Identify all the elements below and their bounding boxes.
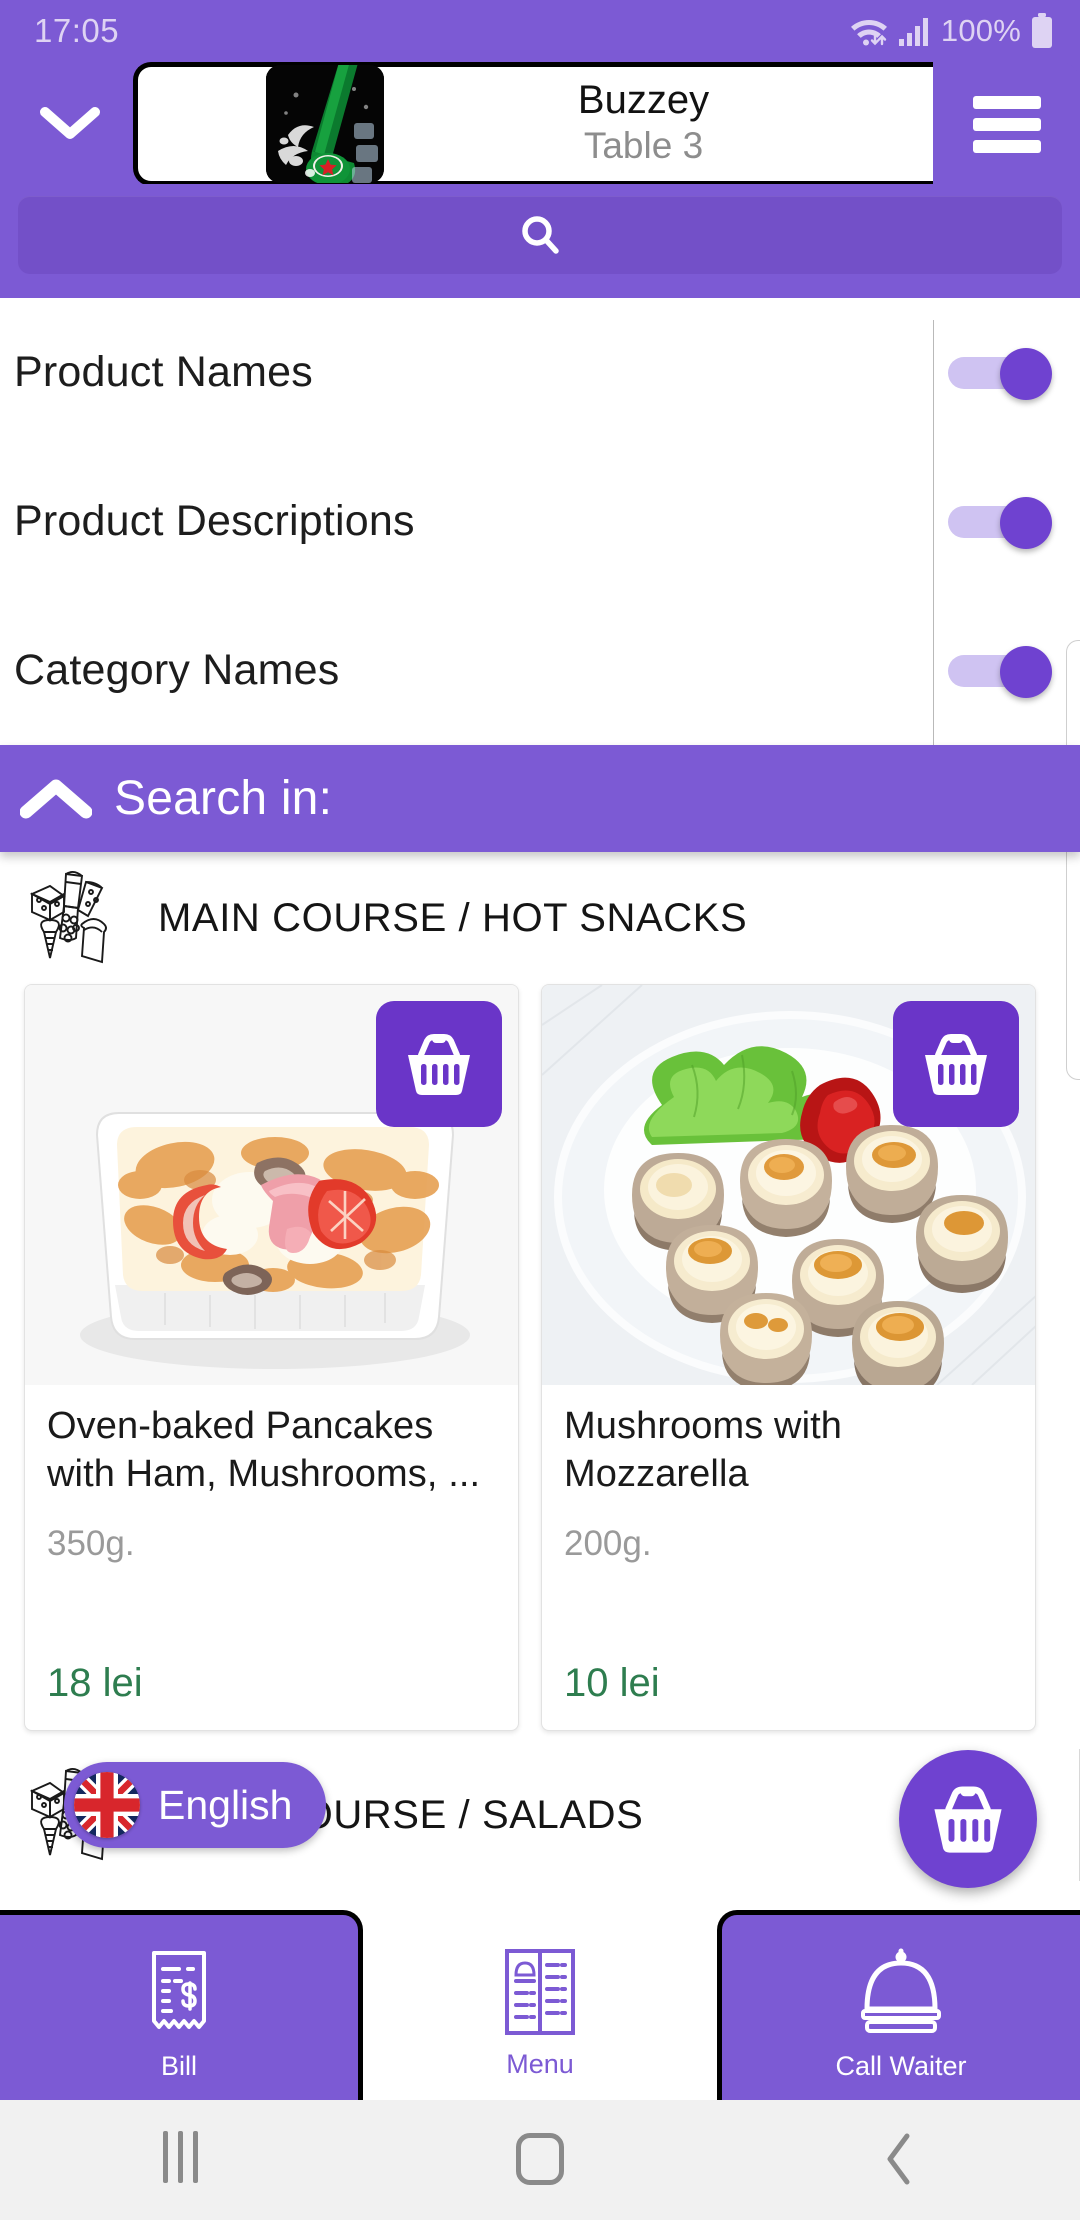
android-home-button[interactable] (360, 2133, 720, 2185)
collapse-header-button[interactable] (22, 80, 118, 166)
shopping-basket-icon (408, 1034, 470, 1095)
product-details: Oven-baked Pancakes with Ham, Mushrooms,… (25, 1385, 518, 1730)
chevron-down-icon (40, 107, 100, 139)
product-price: 10 lei (564, 1661, 660, 1705)
hamburger-menu-icon (972, 87, 1041, 162)
nav-button-bill[interactable]: Bill (0, 1910, 363, 2100)
phone-screen: 17:05 100% Buzzey Table 3 Product Names … (0, 0, 1080, 2220)
nav-label: Call Waiter (835, 2051, 967, 2081)
product-details: Mushrooms with Mozzarella 200g. 10 lei (542, 1385, 1035, 1730)
search-options-panel: Product Names Product Descriptions Categ… (0, 298, 1080, 745)
menu-card-icon (505, 1948, 575, 2035)
product-weight: 350g. (47, 1524, 135, 1563)
search-in-label: Search in: (114, 772, 333, 825)
toggle-product-descriptions[interactable] (948, 496, 1052, 549)
restaurant-header-text: Buzzey Table 3 (384, 78, 933, 167)
shopping-basket-icon (934, 1786, 1002, 1853)
search-option-row-category-names[interactable]: Category Names (0, 596, 1080, 745)
add-to-cart-button[interactable] (376, 1001, 502, 1127)
restaurant-name: Buzzey (577, 78, 710, 123)
search-icon (522, 216, 559, 254)
product-grid: Oven-baked Pancakes with Ham, Mushrooms,… (0, 984, 1080, 1731)
bottom-navigation: Bill Menu Call Waiter (0, 1910, 1080, 2100)
add-to-cart-button[interactable] (893, 1001, 1019, 1127)
table-label: Table 3 (583, 125, 704, 167)
android-back-button[interactable] (720, 2131, 1080, 2187)
search-bar-container (0, 184, 1080, 298)
hamburger-menu-button[interactable] (933, 62, 1080, 186)
nav-button-menu[interactable]: Menu (361, 1910, 719, 2100)
search-in-bar[interactable]: Search in: (0, 745, 1080, 852)
product-price: 18 lei (47, 1661, 143, 1705)
battery-percent-label: 100% (940, 13, 1021, 48)
cart-fab-button[interactable] (899, 1750, 1037, 1888)
language-selector-button[interactable]: English (64, 1762, 327, 1848)
product-image (542, 985, 1035, 1385)
status-bar: 17:05 100% (0, 0, 1080, 62)
home-icon (516, 2133, 564, 2185)
category-header-hot-snacks[interactable]: MAIN COURSE / HOT SNACKS (0, 852, 1080, 984)
product-name: Oven-baked Pancakes with Ham, Mushrooms,… (47, 1405, 481, 1495)
product-image (25, 985, 518, 1385)
union-jack-flag-icon (74, 1772, 140, 1838)
search-option-label: Product Descriptions (14, 497, 415, 545)
toggle-knob (1000, 645, 1052, 698)
toggle-knob (1000, 347, 1052, 400)
toggle-knob (1000, 496, 1052, 549)
nav-button-call-waiter[interactable]: Call Waiter (717, 1910, 1080, 2100)
android-navigation-bar (0, 2098, 1080, 2220)
category-title: MAIN COURSE / HOT SNACKS (158, 895, 748, 940)
product-card[interactable]: Oven-baked Pancakes with Ham, Mushrooms,… (24, 984, 519, 1731)
assorted-food-line-icon (29, 870, 107, 964)
product-name: Mushrooms with Mozzarella (564, 1405, 843, 1495)
search-option-row-product-names[interactable]: Product Names (0, 298, 1080, 447)
search-input[interactable] (18, 196, 1062, 274)
product-card[interactable]: Mushrooms with Mozzarella 200g. 10 lei (541, 984, 1036, 1731)
recent-apps-icon (158, 2130, 203, 2188)
toggle-category-names[interactable] (948, 645, 1052, 698)
status-bar-clock: 17:05 (34, 12, 120, 49)
service-bell-icon (861, 1948, 941, 2033)
search-option-row-product-descriptions[interactable]: Product Descriptions (0, 447, 1080, 596)
shopping-basket-icon (925, 1034, 987, 1095)
restaurant-header-card[interactable]: Buzzey Table 3 (133, 62, 933, 186)
toggle-product-names[interactable] (948, 347, 1052, 400)
hidden-side-panel-edge (1066, 640, 1080, 1080)
language-label: English (158, 1781, 293, 1828)
back-chevron-icon (887, 2133, 910, 2185)
status-bar-icons: 100% (849, 13, 1054, 49)
receipt-dollar-icon (152, 1951, 206, 2029)
menu-content: MAIN COURSE / HOT SNACKS Oven-baked Panc… (0, 852, 1080, 1910)
nav-label: Bill (160, 2051, 197, 2081)
heineken-bottle-logo-image (266, 65, 384, 183)
android-recent-apps-button[interactable] (0, 2130, 360, 2188)
product-weight: 200g. (564, 1524, 652, 1563)
app-header: Buzzey Table 3 (0, 62, 1080, 186)
chevron-up-icon (20, 779, 92, 818)
cellular-signal-icon (898, 18, 928, 46)
restaurant-logo (266, 65, 384, 183)
nav-label: Menu (506, 2048, 574, 2079)
search-option-label: Product Names (14, 348, 313, 396)
search-option-label: Category Names (14, 646, 340, 694)
battery-full-icon (1032, 13, 1052, 48)
wifi-icon (850, 20, 887, 46)
